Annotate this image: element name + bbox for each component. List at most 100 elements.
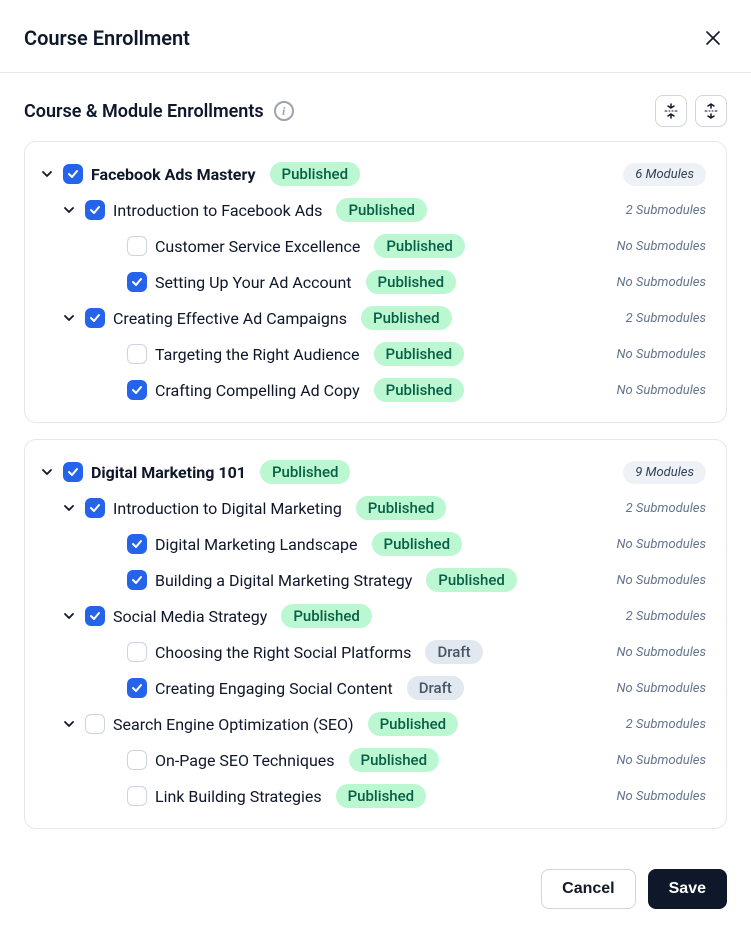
save-button[interactable]: Save — [648, 869, 727, 909]
submodule-title: Choosing the Right Social Platforms — [155, 643, 411, 662]
status-badge: Published — [336, 784, 427, 808]
submodule-count: No Submodules — [617, 383, 706, 398]
status-badge: Published — [356, 496, 447, 520]
checkbox[interactable] — [127, 750, 147, 770]
expand-all-button[interactable] — [695, 95, 727, 127]
submodule-count: No Submodules — [617, 239, 706, 254]
status-badge: Published — [361, 306, 452, 330]
submodule-title: Targeting the Right Audience — [155, 345, 360, 364]
checkbox[interactable] — [63, 164, 83, 184]
status-badge: Published — [281, 604, 372, 628]
status-badge: Published — [374, 378, 465, 402]
status-badge: Published — [336, 198, 427, 222]
chevron-down-icon[interactable] — [61, 500, 77, 516]
info-icon[interactable]: i — [274, 101, 294, 121]
submodule-row: Building a Digital Marketing Strategy Pub… — [39, 562, 706, 598]
chevron-down-icon[interactable] — [61, 716, 77, 732]
submodule-count: 2 Submodules — [626, 501, 706, 516]
status-badge: Published — [374, 234, 465, 258]
collapse-icon — [663, 103, 679, 119]
submodule-title: On-Page SEO Techniques — [155, 751, 335, 770]
submodule-row: Setting Up Your Ad Account Published No Su… — [39, 264, 706, 300]
submodule-row: Creating Engaging Social Content Draft No … — [39, 670, 706, 706]
checkbox[interactable] — [85, 714, 105, 734]
status-badge: Published — [270, 162, 361, 186]
close-button[interactable] — [699, 24, 727, 52]
cancel-button[interactable]: Cancel — [541, 869, 635, 909]
module-count: 6 Modules — [623, 163, 706, 186]
submodule-count: 2 Submodules — [626, 311, 706, 326]
submodule-row: On-Page SEO TechniquesPublishedNo Submod… — [39, 742, 706, 778]
status-badge: Published — [368, 712, 459, 736]
checkbox[interactable] — [127, 534, 147, 554]
submodule-title: Link Building Strategies — [155, 787, 322, 806]
module-row: Introduction to Facebook Ads Published 2 S… — [39, 192, 706, 228]
status-badge: Published — [366, 270, 457, 294]
course-title: Facebook Ads Mastery — [91, 165, 256, 184]
module-row: Introduction to Digital Marketing Publish… — [39, 490, 706, 526]
module-title: Creating Effective Ad Campaigns — [113, 309, 347, 328]
course-card: Facebook Ads Mastery Published 6 Modules In… — [24, 141, 727, 423]
status-badge: Published — [426, 568, 517, 592]
module-row: Creating Effective Ad Campaigns Published… — [39, 300, 706, 336]
submodule-title: Crafting Compelling Ad Copy — [155, 381, 360, 400]
checkbox[interactable] — [127, 344, 147, 364]
submodule-count: No Submodules — [617, 645, 706, 660]
submodule-row: Choosing the Right Social Platforms Draft… — [39, 634, 706, 670]
checkbox[interactable] — [127, 786, 147, 806]
chevron-down-icon[interactable] — [61, 608, 77, 624]
module-title: Introduction to Digital Marketing — [113, 499, 342, 518]
submodule-title: Setting Up Your Ad Account — [155, 273, 352, 292]
checkbox[interactable] — [85, 308, 105, 328]
submodule-row: Digital Marketing Landscape Published No S… — [39, 526, 706, 562]
submodule-count: No Submodules — [617, 537, 706, 552]
module-title: Introduction to Facebook Ads — [113, 201, 322, 220]
chevron-down-icon[interactable] — [39, 166, 55, 182]
submodule-title: Creating Engaging Social Content — [155, 679, 393, 698]
submodule-count: No Submodules — [617, 347, 706, 362]
submodule-count: No Submodules — [617, 573, 706, 588]
chevron-down-icon[interactable] — [39, 464, 55, 480]
checkbox[interactable] — [127, 236, 147, 256]
course-row: Digital Marketing 101Published9 Modules — [39, 454, 706, 490]
module-row: Social Media Strategy Published 2 Submodul… — [39, 598, 706, 634]
status-badge: Published — [349, 748, 440, 772]
submodule-title: Building a Digital Marketing Strategy — [155, 571, 412, 590]
dialog-title: Course Enrollment — [24, 26, 190, 50]
module-title: Search Engine Optimization (SEO) — [113, 715, 354, 734]
status-badge: Published — [374, 342, 465, 366]
checkbox[interactable] — [85, 200, 105, 220]
submodule-title: Customer Service Excellence — [155, 237, 360, 256]
checkbox[interactable] — [127, 570, 147, 590]
course-card: Digital Marketing 101Published9 ModulesI… — [24, 439, 727, 829]
submodule-row: Link Building Strategies Published No Subm… — [39, 778, 706, 814]
submodule-count: 2 Submodules — [626, 717, 706, 732]
submodule-count: 2 Submodules — [626, 609, 706, 624]
submodule-row: Targeting the Right Audience Published No … — [39, 336, 706, 372]
status-badge: Draft — [425, 640, 482, 664]
module-title: Social Media Strategy — [113, 607, 267, 626]
checkbox[interactable] — [127, 272, 147, 292]
chevron-down-icon[interactable] — [61, 310, 77, 326]
checkbox[interactable] — [85, 606, 105, 626]
checkbox[interactable] — [63, 462, 83, 482]
submodule-count: No Submodules — [617, 789, 706, 804]
status-badge: Draft — [407, 676, 464, 700]
submodule-row: Customer Service Excellence Published No S… — [39, 228, 706, 264]
chevron-down-icon[interactable] — [61, 202, 77, 218]
course-title: Digital Marketing 101 — [91, 463, 246, 482]
submodule-count: No Submodules — [617, 681, 706, 696]
expand-icon — [703, 103, 719, 119]
section-title: Course & Module Enrollments — [24, 101, 264, 122]
checkbox[interactable] — [127, 642, 147, 662]
submodule-count: 2 Submodules — [626, 203, 706, 218]
collapse-all-button[interactable] — [655, 95, 687, 127]
submodule-title: Digital Marketing Landscape — [155, 535, 358, 554]
submodule-count: No Submodules — [617, 275, 706, 290]
status-badge: Published — [372, 532, 463, 556]
module-row: Search Engine Optimization (SEO) Publishe… — [39, 706, 706, 742]
checkbox[interactable] — [85, 498, 105, 518]
checkbox[interactable] — [127, 380, 147, 400]
status-badge: Published — [260, 460, 351, 484]
checkbox[interactable] — [127, 678, 147, 698]
